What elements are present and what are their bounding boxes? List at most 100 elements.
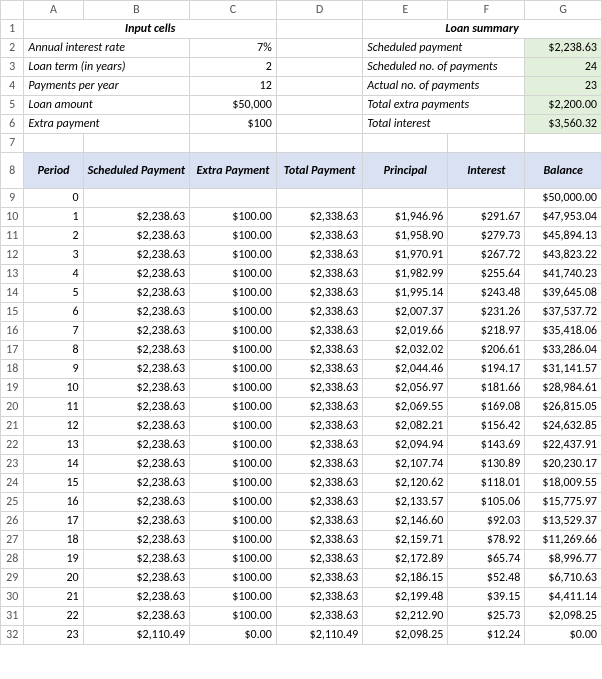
row-header[interactable]: 19 xyxy=(1,379,24,398)
cell-interest[interactable]: $118.01 xyxy=(448,474,525,493)
row-header[interactable]: 11 xyxy=(1,227,24,246)
cell-period[interactable]: 2 xyxy=(24,227,83,246)
cell-interest[interactable]: $243.48 xyxy=(448,284,525,303)
cell-extra[interactable]: $100.00 xyxy=(190,341,277,360)
cell-scheduled[interactable]: $2,238.63 xyxy=(83,208,189,227)
cell-balance[interactable]: $33,286.04 xyxy=(525,341,602,360)
value-annual-interest-rate[interactable]: 7% xyxy=(190,39,277,58)
value-scheduled-payment[interactable]: $2,238.63 xyxy=(525,39,602,58)
cell-total[interactable]: $2,338.63 xyxy=(276,455,362,474)
cell[interactable] xyxy=(276,115,362,134)
cell-scheduled[interactable]: $2,238.63 xyxy=(83,455,189,474)
cell-principal[interactable]: $2,094.94 xyxy=(363,436,448,455)
cell-extra[interactable]: $100.00 xyxy=(190,417,277,436)
cell-principal[interactable]: $2,120.62 xyxy=(363,474,448,493)
cell-interest[interactable]: $194.17 xyxy=(448,360,525,379)
row-header[interactable]: 18 xyxy=(1,360,24,379)
cell-scheduled[interactable]: $2,238.63 xyxy=(83,341,189,360)
cell-period[interactable]: 8 xyxy=(24,341,83,360)
value-total-interest[interactable]: $3,560.32 xyxy=(525,115,602,134)
cell-period[interactable]: 9 xyxy=(24,360,83,379)
cell-principal[interactable]: $2,056.97 xyxy=(363,379,448,398)
cell[interactable] xyxy=(363,134,448,153)
row-header[interactable]: 13 xyxy=(1,265,24,284)
cell-balance[interactable]: $4,411.14 xyxy=(525,588,602,607)
cell-principal[interactable]: $2,007.37 xyxy=(363,303,448,322)
cell-scheduled[interactable]: $2,238.63 xyxy=(83,550,189,569)
row-header[interactable]: 3 xyxy=(1,58,24,77)
value-loan-term[interactable]: 2 xyxy=(190,58,277,77)
col-header[interactable]: G xyxy=(525,1,602,20)
spreadsheet[interactable]: A B C D E F G 1 Input cells Loan summary… xyxy=(0,0,602,645)
cell-total[interactable]: $2,338.63 xyxy=(276,398,362,417)
col-extra[interactable]: Extra Payment xyxy=(190,153,277,189)
cell-interest[interactable]: $279.73 xyxy=(448,227,525,246)
cell-scheduled[interactable]: $2,238.63 xyxy=(83,493,189,512)
cell-total[interactable]: $2,338.63 xyxy=(276,303,362,322)
row-header[interactable]: 6 xyxy=(1,115,24,134)
cell-period[interactable]: 6 xyxy=(24,303,83,322)
cell-total[interactable]: $2,338.63 xyxy=(276,227,362,246)
cell-period[interactable]: 4 xyxy=(24,265,83,284)
cell[interactable] xyxy=(276,77,362,96)
cell-extra[interactable]: $100.00 xyxy=(190,569,277,588)
row-header[interactable]: 28 xyxy=(1,550,24,569)
cell-balance[interactable]: $50,000.00 xyxy=(525,189,602,208)
row-header[interactable]: 1 xyxy=(1,20,24,39)
row-header[interactable]: 15 xyxy=(1,303,24,322)
row-header[interactable]: 14 xyxy=(1,284,24,303)
cell-period[interactable]: 3 xyxy=(24,246,83,265)
cell-interest[interactable]: $12.24 xyxy=(448,626,525,645)
cell-scheduled[interactable]: $2,238.63 xyxy=(83,569,189,588)
cell-scheduled[interactable]: $2,238.63 xyxy=(83,512,189,531)
row-header[interactable]: 30 xyxy=(1,588,24,607)
cell-interest[interactable]: $143.69 xyxy=(448,436,525,455)
cell-interest[interactable]: $39.15 xyxy=(448,588,525,607)
cell-extra[interactable]: $100.00 xyxy=(190,531,277,550)
value-actual-no-payments[interactable]: 23 xyxy=(525,77,602,96)
cell-interest[interactable]: $52.48 xyxy=(448,569,525,588)
cell-period[interactable]: 0 xyxy=(24,189,83,208)
row-header[interactable]: 29 xyxy=(1,569,24,588)
cell[interactable] xyxy=(24,134,83,153)
value-total-extra-payments[interactable]: $2,200.00 xyxy=(525,96,602,115)
cell-balance[interactable]: $13,529.37 xyxy=(525,512,602,531)
cell-total[interactable]: $2,338.63 xyxy=(276,246,362,265)
cell-total[interactable]: $2,338.63 xyxy=(276,341,362,360)
cell-scheduled[interactable]: $2,238.63 xyxy=(83,303,189,322)
cell-scheduled[interactable]: $2,238.63 xyxy=(83,379,189,398)
col-interest[interactable]: Interest xyxy=(448,153,525,189)
label-actual-no-payments[interactable]: Actual no. of payments xyxy=(363,77,525,96)
cell-balance[interactable]: $22,437.91 xyxy=(525,436,602,455)
cell-scheduled[interactable]: $2,238.63 xyxy=(83,398,189,417)
cell[interactable] xyxy=(276,96,362,115)
cell-interest[interactable]: $92.03 xyxy=(448,512,525,531)
cell-principal[interactable]: $2,098.25 xyxy=(363,626,448,645)
cell-interest[interactable] xyxy=(448,189,525,208)
cell-scheduled[interactable]: $2,238.63 xyxy=(83,417,189,436)
cell-principal[interactable]: $1,995.14 xyxy=(363,284,448,303)
cell-total[interactable]: $2,338.63 xyxy=(276,550,362,569)
cell-balance[interactable]: $15,775.97 xyxy=(525,493,602,512)
row-header[interactable]: 26 xyxy=(1,512,24,531)
input-cells-title[interactable]: Input cells xyxy=(24,20,276,39)
cell[interactable] xyxy=(276,58,362,77)
label-loan-term[interactable]: Loan term (in years) xyxy=(24,58,190,77)
label-loan-amount[interactable]: Loan amount xyxy=(24,96,190,115)
row-header[interactable]: 12 xyxy=(1,246,24,265)
cell-principal[interactable]: $2,069.55 xyxy=(363,398,448,417)
label-total-extra-payments[interactable]: Total extra payments xyxy=(363,96,525,115)
cell-scheduled[interactable]: $2,238.63 xyxy=(83,265,189,284)
cell-extra[interactable]: $100.00 xyxy=(190,474,277,493)
cell-scheduled[interactable]: $2,238.63 xyxy=(83,360,189,379)
cell-balance[interactable]: $35,418.06 xyxy=(525,322,602,341)
cell-balance[interactable]: $37,537.72 xyxy=(525,303,602,322)
cell-interest[interactable]: $181.66 xyxy=(448,379,525,398)
col-header[interactable]: B xyxy=(83,1,189,20)
cell-balance[interactable]: $8,996.77 xyxy=(525,550,602,569)
cell-scheduled[interactable]: $2,238.63 xyxy=(83,322,189,341)
cell-interest[interactable]: $267.72 xyxy=(448,246,525,265)
cell-period[interactable]: 21 xyxy=(24,588,83,607)
cell-period[interactable]: 20 xyxy=(24,569,83,588)
row-header[interactable]: 10 xyxy=(1,208,24,227)
